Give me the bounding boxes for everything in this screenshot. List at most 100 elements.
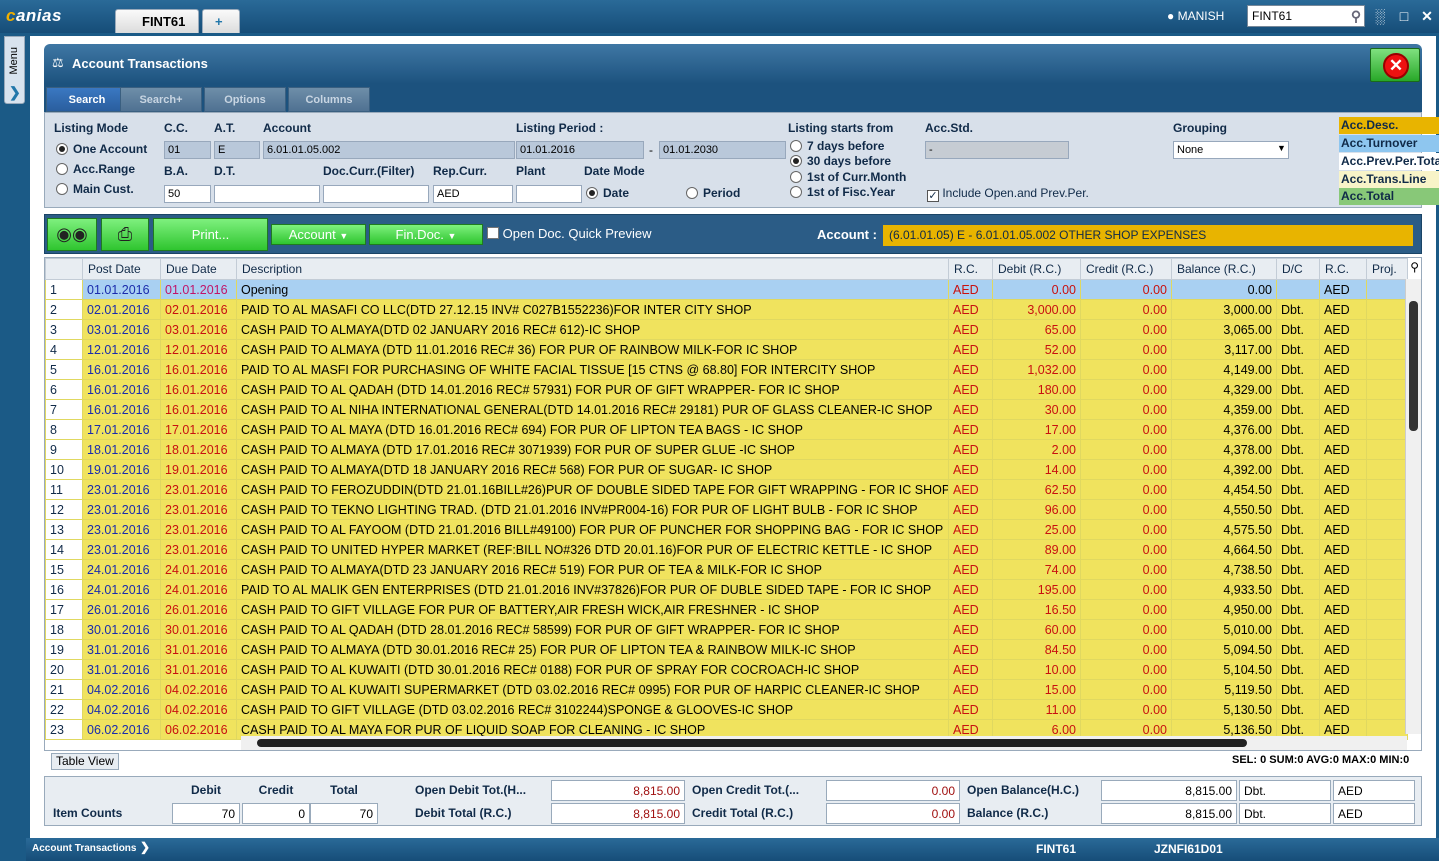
table-row[interactable]: 4 12.01.2016 12.01.2016 CASH PAID TO ALMAYA…	[45, 339, 1408, 360]
period-to-field[interactable]: 01.01.2030	[659, 141, 786, 159]
column-header[interactable]: Due Date	[160, 258, 237, 280]
tab-options[interactable]: Options	[204, 87, 286, 112]
panel-header: ⚖ Account Transactions ✕	[44, 44, 1422, 84]
cc-field[interactable]: 01	[164, 141, 211, 159]
radio-period[interactable]: Period	[686, 186, 740, 200]
cell-description: CASH PAID TO AL QADAH (DTD 28.01.2016 RE…	[236, 619, 949, 640]
radio-30-days[interactable]: 30 days before	[790, 154, 891, 168]
radio-date[interactable]: Date	[586, 186, 629, 200]
table-row[interactable]: 11 23.01.2016 23.01.2016 CASH PAID TO FEROZ…	[45, 479, 1408, 500]
cell-rc: AED	[948, 319, 993, 340]
close-button[interactable]: ✕	[1370, 48, 1420, 82]
radio-fisc-year[interactable]: 1st of Fisc.Year	[790, 185, 895, 199]
grouping-select[interactable]: None	[1173, 141, 1289, 159]
radio-7-days[interactable]: 7 days before	[790, 139, 884, 153]
new-tab-button[interactable]: +	[202, 9, 240, 33]
dt-label: D.T.	[214, 164, 236, 178]
close-icon: ✕	[1383, 53, 1409, 79]
cell-proj	[1366, 699, 1408, 720]
plant-field[interactable]	[516, 185, 582, 203]
column-header[interactable]: R.C.	[1319, 258, 1367, 280]
column-header[interactable]: R.C.	[948, 258, 993, 280]
findoc-dropdown[interactable]: Fin.Doc. ▼	[369, 224, 483, 245]
table-row[interactable]: 5 16.01.2016 16.01.2016 PAID TO AL MASFI FO…	[45, 359, 1408, 380]
column-header[interactable]: Debit (R.C.)	[992, 258, 1081, 280]
table-view-tab[interactable]: Table View	[51, 753, 119, 770]
cell-due-date: 31.01.2016	[160, 639, 237, 660]
radio-one-account[interactable]: One Account	[56, 142, 147, 156]
printer-button[interactable]: ⎙	[101, 218, 149, 251]
table-row[interactable]: 20 31.01.2016 31.01.2016 CASH PAID TO AL KU…	[45, 659, 1408, 680]
menu-toggle[interactable]: Menu ❯	[4, 36, 25, 104]
table-row[interactable]: 16 24.01.2016 24.01.2016 PAID TO AL MALIK G…	[45, 579, 1408, 600]
cell-rc2: AED	[1319, 559, 1367, 580]
horizontal-scroll-thumb[interactable]	[257, 739, 1247, 747]
column-header[interactable]: D/C	[1276, 258, 1320, 280]
radio-curr-month[interactable]: 1st of Curr.Month	[790, 170, 906, 184]
table-row[interactable]: 2 02.01.2016 02.01.2016 PAID TO AL MASAFI C…	[45, 299, 1408, 320]
table-row[interactable]: 10 19.01.2016 19.01.2016 CASH PAID TO ALMAY…	[45, 459, 1408, 480]
table-row[interactable]: 7 16.01.2016 16.01.2016 CASH PAID TO AL NIH…	[45, 399, 1408, 420]
open-balance-currency: AED	[1333, 780, 1415, 801]
table-row[interactable]: 18 30.01.2016 30.01.2016 CASH PAID TO AL QA…	[45, 619, 1408, 640]
table-row[interactable]: 13 23.01.2016 23.01.2016 CASH PAID TO AL FA…	[45, 519, 1408, 540]
horizontal-scrollbar[interactable]	[241, 736, 1407, 750]
vertical-scrollbar[interactable]	[1405, 279, 1421, 734]
account-field[interactable]: 6.01.01.05.002	[263, 141, 515, 159]
table-row[interactable]: 12 23.01.2016 23.01.2016 CASH PAID TO TEKNO…	[45, 499, 1408, 520]
account-dropdown[interactable]: Account ▼	[271, 224, 366, 245]
cell-dc: Dbt.	[1276, 319, 1320, 340]
column-header[interactable]: Credit (R.C.)	[1080, 258, 1172, 280]
table-row[interactable]: 19 31.01.2016 31.01.2016 CASH PAID TO ALMAY…	[45, 639, 1408, 660]
cell-balance: 5,119.50	[1171, 679, 1277, 700]
dt-field[interactable]	[214, 185, 320, 203]
repcurr-field[interactable]: AED	[433, 185, 513, 203]
tab-search-plus[interactable]: Search+	[120, 87, 202, 112]
column-header[interactable]: Proj.	[1366, 258, 1408, 280]
doccurr-field[interactable]	[323, 185, 429, 203]
tab-columns[interactable]: Columns	[288, 87, 370, 112]
table-row[interactable]: 3 03.01.2016 03.01.2016 CASH PAID TO ALMAYA…	[45, 319, 1408, 340]
quick-preview-checkbox[interactable]: Open Doc. Quick Preview	[487, 226, 651, 241]
table-row[interactable]: 15 24.01.2016 24.01.2016 CASH PAID TO ALMAY…	[45, 559, 1408, 580]
period-from-field[interactable]: 01.01.2016	[516, 141, 644, 159]
table-row[interactable]: 1 01.01.2016 01.01.2016 Opening AED 0.00 0.00 0…	[45, 279, 1408, 300]
cell-balance: 4,392.00	[1171, 459, 1277, 480]
cell-description: CASH PAID TO GIFT VILLAGE (DTD 03.02.201…	[236, 699, 949, 720]
radio-main-cust[interactable]: Main Cust.	[56, 182, 134, 196]
tab-fint61[interactable]: FINT61	[115, 9, 199, 33]
grid-search-icon[interactable]: ⚲	[1410, 260, 1419, 274]
cell-proj	[1366, 679, 1408, 700]
table-row[interactable]: 8 17.01.2016 17.01.2016 CASH PAID TO AL MAY…	[45, 419, 1408, 440]
column-header[interactable]: Description	[236, 258, 949, 280]
table-row[interactable]: 6 16.01.2016 16.01.2016 CASH PAID TO AL QAD…	[45, 379, 1408, 400]
canias-logo: canias	[6, 6, 62, 25]
search-icon[interactable]: ⚲	[1348, 8, 1364, 24]
column-header[interactable]: Balance (R.C.)	[1171, 258, 1277, 280]
print-button[interactable]: Print...	[153, 218, 268, 251]
ba-field[interactable]: 50	[164, 185, 211, 203]
accstd-select[interactable]: -	[925, 141, 1069, 159]
at-field[interactable]: E	[214, 141, 260, 159]
tab-search[interactable]: Search	[46, 87, 128, 112]
table-row[interactable]: 17 26.01.2016 26.01.2016 CASH PAID TO GIFT …	[45, 599, 1408, 620]
vertical-scroll-thumb[interactable]	[1409, 301, 1418, 431]
table-row[interactable]: 22 04.02.2016 04.02.2016 CASH PAID TO GIFT …	[45, 699, 1408, 720]
binoculars-button[interactable]: ◉◉	[47, 218, 97, 251]
table-row[interactable]: 14 23.01.2016 23.01.2016 CASH PAID TO UNITE…	[45, 539, 1408, 560]
cell-rc: AED	[948, 639, 993, 660]
close-app-icon[interactable]: ✕	[1419, 8, 1435, 24]
radio-acc-range[interactable]: Acc.Range	[56, 162, 135, 176]
table-row[interactable]: 21 04.02.2016 04.02.2016 CASH PAID TO AL KU…	[45, 679, 1408, 700]
minimize-icon[interactable]: ░	[1372, 8, 1388, 24]
cell-rc: AED	[948, 659, 993, 680]
cell-due-date: 01.01.2016	[160, 279, 237, 300]
table-row[interactable]: 9 18.01.2016 18.01.2016 CASH PAID TO ALMAYA…	[45, 439, 1408, 460]
user-name: ● MANISH	[1167, 9, 1225, 23]
include-open-checkbox[interactable]: ✓ Include Open.and Prev.Per.	[927, 186, 1089, 202]
caret-icon: ▼	[447, 231, 457, 241]
cell-credit: 0.00	[1080, 439, 1172, 460]
restore-icon[interactable]: □	[1396, 8, 1412, 24]
column-header[interactable]: Post Date	[82, 258, 161, 280]
column-header[interactable]	[45, 258, 83, 280]
